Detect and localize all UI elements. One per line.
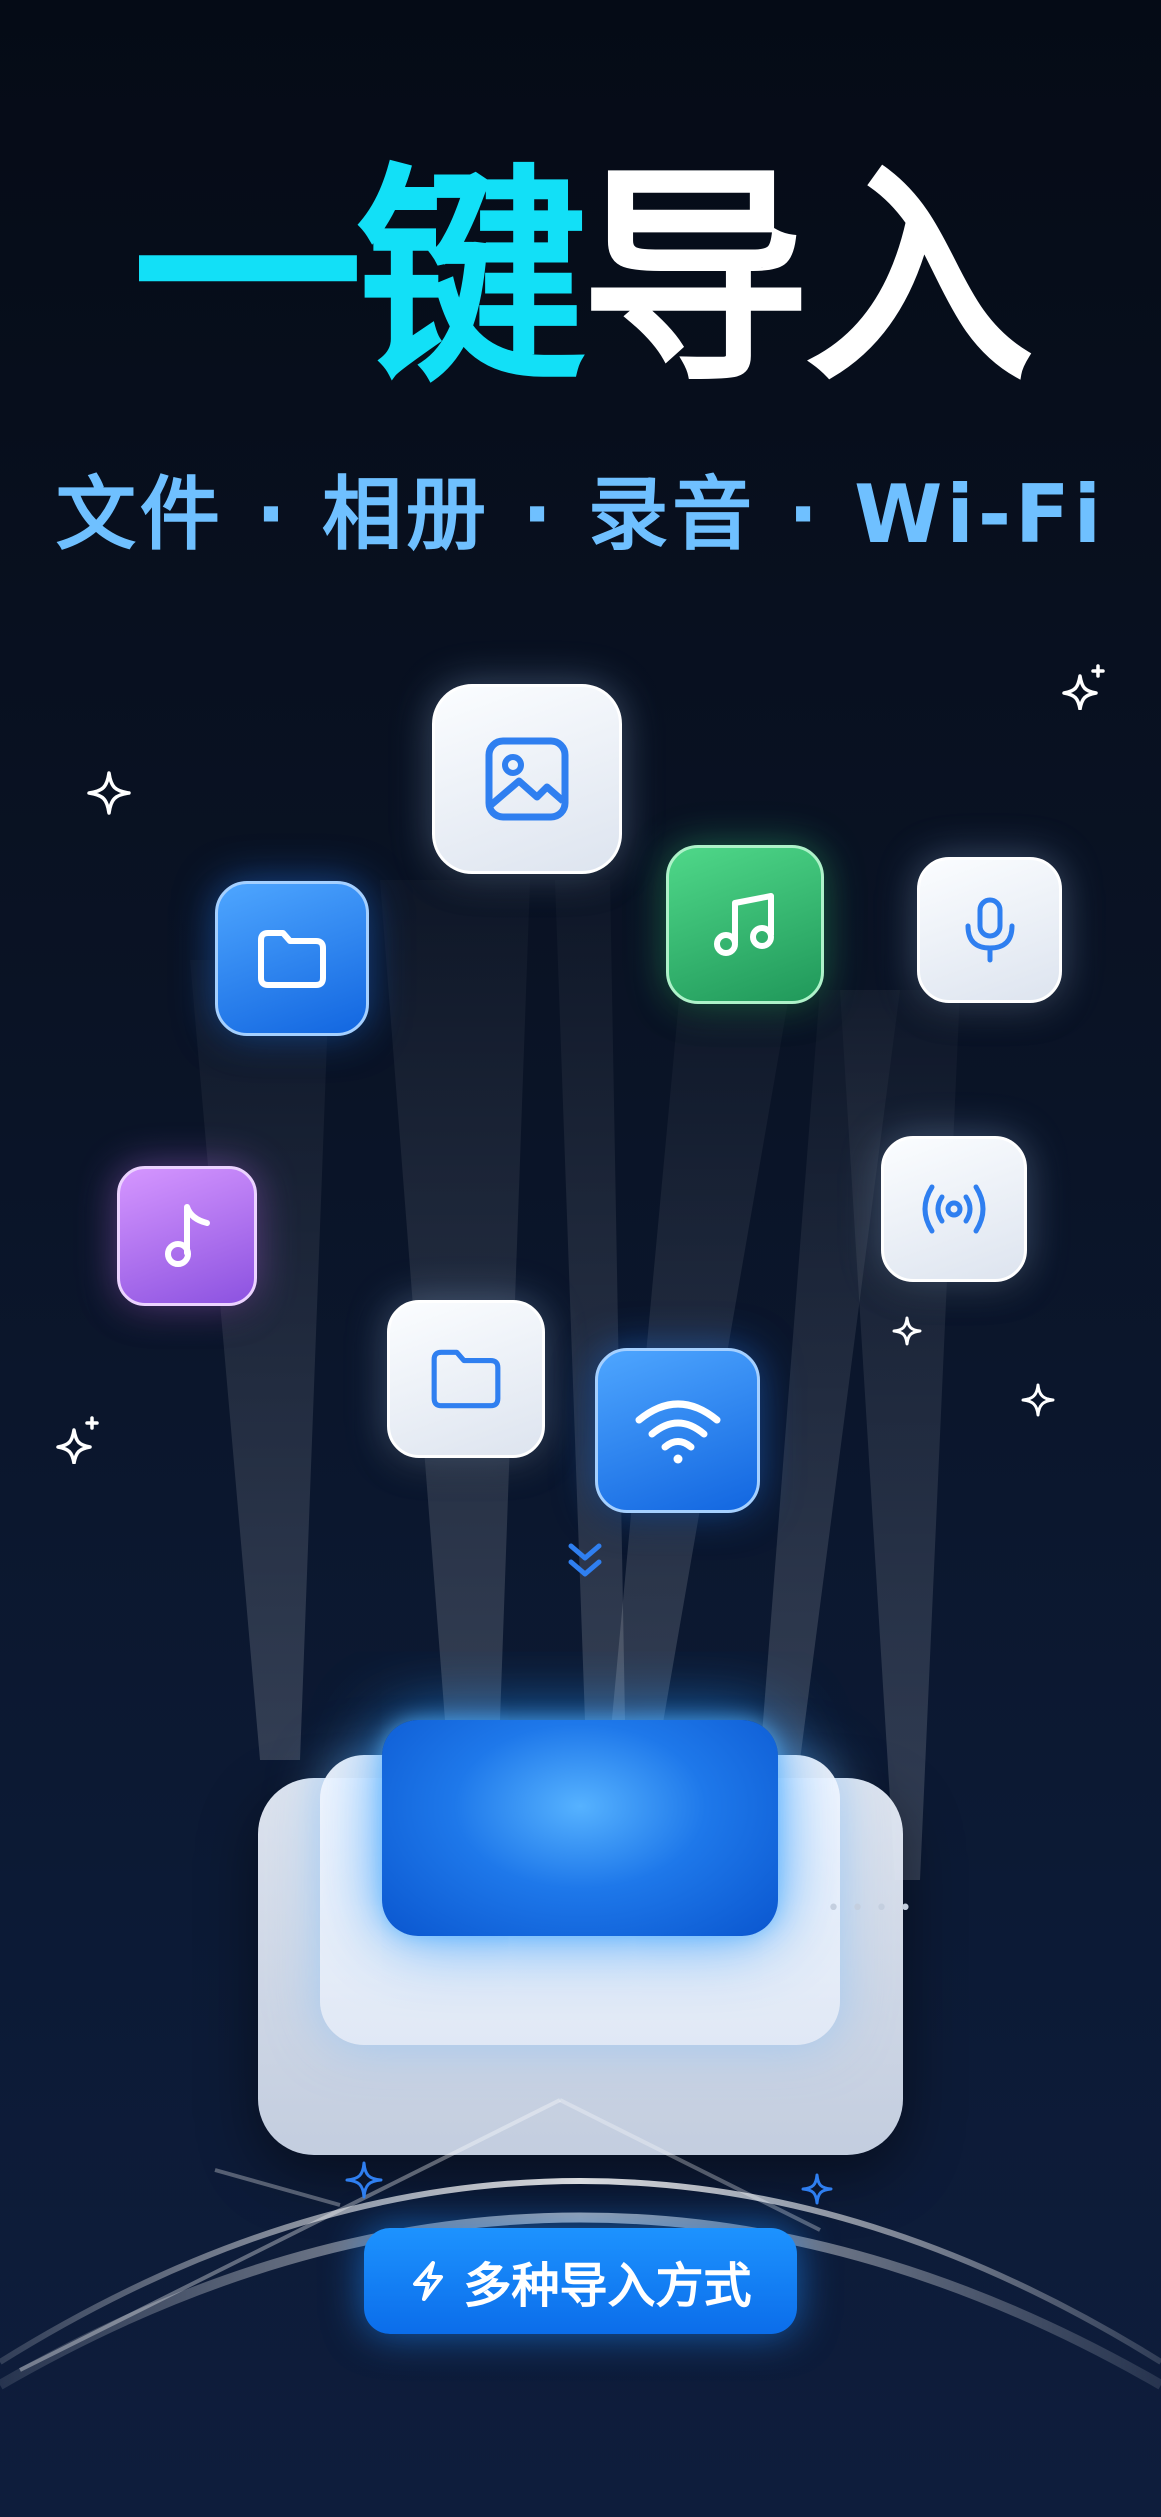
broadcast-icon (922, 1184, 986, 1234)
tile-music[interactable] (666, 845, 824, 1004)
chevrons-down-icon (568, 1543, 602, 1577)
sparkle-icon (345, 2161, 383, 2199)
photo-icon (485, 737, 569, 821)
wifi-icon (635, 1400, 720, 1463)
page-title: 一键导入 (0, 165, 1161, 395)
device-indicator-dots: • • • • (827, 1896, 914, 1921)
sparkle-icon (892, 1316, 922, 1346)
import-methods-label: 多种导入方式 (463, 2258, 752, 2314)
page-title-accent: 一键 (132, 146, 586, 413)
import-methods-button[interactable]: 多种导入方式 (364, 2228, 797, 2334)
sparkle-icon (801, 2173, 833, 2205)
page-title-rest: 导入 (580, 146, 1035, 413)
sparkle-icon (56, 1416, 99, 1464)
tile-recording[interactable] (917, 857, 1062, 1003)
tile-photos[interactable] (432, 684, 622, 874)
lightning-icon (409, 2260, 447, 2302)
tile-broadcast[interactable] (881, 1136, 1027, 1282)
microphone-icon (965, 897, 1014, 963)
device-screen (382, 1720, 778, 1936)
tile-audio[interactable] (117, 1166, 257, 1306)
sparkle-icon (1062, 664, 1105, 710)
music-icon (714, 892, 774, 956)
tile-wifi[interactable] (595, 1348, 760, 1513)
sparkle-icon (87, 771, 131, 815)
folder-icon (258, 929, 326, 988)
page-subtitle: 文件 · 相册 · 录音 · Wi-Fi (55, 468, 1106, 561)
music-note-icon (165, 1204, 210, 1267)
folder-icon (431, 1349, 501, 1409)
tile-files[interactable] (215, 881, 369, 1036)
sparkle-icon (1021, 1383, 1055, 1417)
tile-folder[interactable] (387, 1300, 545, 1458)
